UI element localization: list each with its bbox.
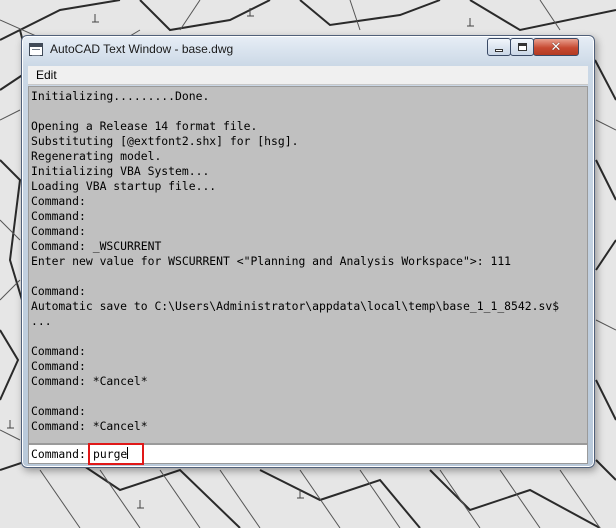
log-line: Command: [31,284,86,298]
title-bar[interactable]: AutoCAD Text Window - base.dwg ✕ [22,36,594,64]
command-input[interactable]: purge [88,443,144,465]
log-line: Command: _WSCURRENT [31,239,162,253]
command-history-log: Initializing.........Done. Opening a Rel… [29,87,587,434]
log-line: Command: *Cancel* [31,374,148,388]
log-line: Command: [31,209,86,223]
log-line: Command: [31,359,86,373]
log-line: Enter new value for WSCURRENT <"Planning… [31,254,512,268]
window-app-icon[interactable] [29,43,43,56]
log-line: ... [31,314,52,328]
text-caret [127,447,129,459]
log-line: Substituting [@extfont2.shx] for [hsg]. [31,134,299,148]
log-line: Initializing VBA System... [31,164,210,178]
minimize-icon [495,48,503,52]
minimize-button[interactable] [487,38,511,56]
command-prompt: Command: [31,447,86,461]
window-title: AutoCAD Text Window - base.dwg [50,42,234,56]
log-line: Loading VBA startup file... [31,179,217,193]
command-input-value: purge [93,447,128,461]
maximize-icon [517,43,527,51]
text-window[interactable]: AutoCAD Text Window - base.dwg ✕ Edit In… [21,35,595,468]
log-line: Initializing.........Done. [31,89,210,103]
log-line: Opening a Release 14 format file. [31,119,258,133]
close-icon: ✕ [550,39,562,55]
log-line: Command: [31,224,86,238]
command-history[interactable]: Initializing.........Done. Opening a Rel… [28,86,588,444]
log-line: Command: [31,194,86,208]
menu-bar: Edit [28,66,588,85]
maximize-button[interactable] [510,38,534,56]
menu-item-edit[interactable]: Edit [36,68,57,82]
log-line: Command: *Cancel* [31,419,148,433]
log-line: Regenerating model. [31,149,162,163]
log-line: Automatic save to C:\Users\Administrator… [31,299,560,313]
log-line: Command: [31,344,86,358]
log-line: Command: [31,404,86,418]
command-line[interactable]: Command: purge [28,443,588,465]
close-button[interactable]: ✕ [533,38,579,56]
